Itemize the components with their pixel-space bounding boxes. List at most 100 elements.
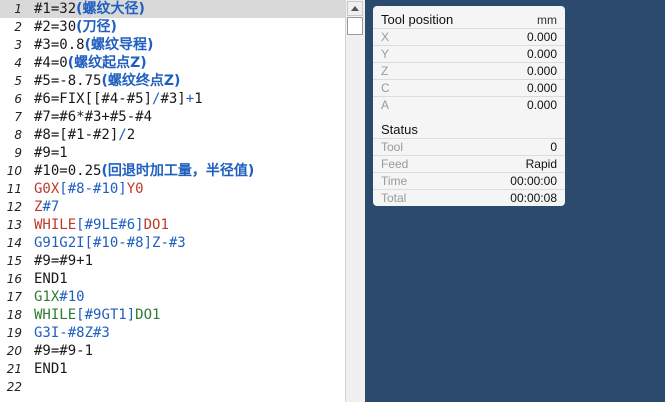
code-text: G0X[#8-#10]Y0	[34, 180, 144, 198]
code-line[interactable]: 18 WHILE[#9GT1]DO1	[0, 306, 345, 324]
row-label: Z	[381, 64, 389, 78]
row-value: 00:00:00	[510, 174, 557, 188]
code-text: #8=[#1-#2]/2	[34, 126, 135, 144]
row-value: 0.000	[526, 64, 557, 78]
code-text: G1X#10	[34, 288, 85, 306]
code-text: G3I-#8Z#3	[34, 324, 110, 342]
code-token: [#10-#8]	[84, 235, 153, 251]
axis-row: Y 0.000	[373, 45, 565, 62]
code-token: DO1	[143, 217, 169, 233]
code-line[interactable]: 11 G0X[#8-#10]Y0	[0, 180, 345, 198]
unit-label: mm	[537, 13, 557, 27]
code-text: WHILE[#9GT1]DO1	[34, 306, 160, 324]
code-text: WHILE[#9LE#6]DO1	[34, 216, 169, 234]
row-value: Rapid	[525, 157, 557, 171]
line-number: 1	[14, 2, 22, 16]
code-text: #1=32(螺纹大径)	[34, 0, 145, 18]
code-line[interactable]: 14 G91G2I[#10-#8]Z-#3	[0, 234, 345, 252]
code-token: END1	[34, 271, 68, 287]
line-number: 5	[14, 74, 22, 88]
code-line[interactable]: 12 Z#7	[0, 198, 345, 216]
code-line[interactable]: 7 #7=#6*#3+#5-#4	[0, 108, 345, 126]
code-token: #4=0	[34, 55, 68, 71]
row-label: Tool	[381, 140, 404, 154]
axis-row: Z 0.000	[373, 62, 565, 79]
code-text: #5=-8.75(螺纹终点Z)	[34, 72, 180, 90]
code-line[interactable]: 19 G3I-#8Z#3	[0, 324, 345, 342]
line-number: 18	[6, 308, 22, 322]
code-token: Z-#3	[152, 235, 186, 251]
line-number: 17	[6, 290, 22, 304]
code-token: WHILE	[34, 217, 77, 233]
code-token: +	[185, 91, 195, 107]
line-number: 6	[14, 92, 22, 106]
code-editor[interactable]: 1 #1=32(螺纹大径) 2 #2=30(刀径) 3 #3=0.8(螺纹导程) 4 #4=0…	[0, 0, 365, 402]
code-line[interactable]: 17 G1X#10	[0, 288, 345, 306]
code-line[interactable]: 16 END1	[0, 270, 345, 288]
row-label: Y	[381, 47, 390, 61]
code-token: DO1	[135, 307, 161, 323]
row-value: 0.000	[526, 30, 557, 44]
row-label: Time	[381, 174, 408, 188]
code-token: (螺纹导程)	[84, 37, 154, 53]
code-token: Y0	[126, 181, 144, 197]
code-token: (回退时加工量，半径值)	[101, 163, 255, 179]
code-token: [#9GT1]	[76, 307, 136, 323]
code-line[interactable]: 5 #5=-8.75(螺纹终点Z)	[0, 72, 345, 90]
code-token: #3=0.8	[34, 37, 85, 53]
code-token: (螺纹终点Z)	[101, 73, 181, 89]
line-number: 15	[6, 254, 22, 268]
code-line[interactable]: 8 #8=[#1-#2]/2	[0, 126, 345, 144]
code-token: [#9LE#6]	[76, 217, 144, 233]
code-text: #9=#9+1	[34, 252, 93, 270]
code-line[interactable]: 15 #9=#9+1	[0, 252, 345, 270]
line-number: 20	[6, 344, 22, 358]
code-line[interactable]: 13 WHILE[#9LE#6]DO1	[0, 216, 345, 234]
code-line[interactable]: 1 #1=32(螺纹大径)	[0, 0, 345, 18]
code-token: G91G2I	[34, 235, 85, 251]
line-number: 11	[6, 182, 22, 196]
code-line[interactable]: 10 #10=0.25(回退时加工量，半径值)	[0, 162, 345, 180]
code-line[interactable]: 4 #4=0(螺纹起点Z)	[0, 54, 345, 72]
code-text: #4=0(螺纹起点Z)	[34, 54, 147, 72]
row-value: 0.000	[526, 47, 557, 61]
code-token: END1	[34, 361, 68, 377]
code-token: #8=[#1-#2]	[34, 127, 119, 143]
vertical-scrollbar[interactable]	[345, 0, 365, 402]
axis-row: X 0.000	[373, 28, 565, 45]
axis-row: C 0.000	[373, 79, 565, 96]
code-line[interactable]: 22	[0, 378, 345, 396]
line-number: 7	[14, 110, 22, 124]
scroll-thumb[interactable]	[347, 17, 363, 35]
code-line[interactable]: 9 #9=1	[0, 144, 345, 162]
code-line[interactable]: 20 #9=#9-1	[0, 342, 345, 360]
code-token: #9=1	[34, 145, 68, 161]
status-row: Total 00:00:08	[373, 189, 565, 206]
status-title: Status	[381, 122, 418, 137]
code-token: #7	[42, 199, 60, 215]
code-line[interactable]: 6 #6=FIX[[#4-#5]/#3]+1	[0, 90, 345, 108]
axis-row: A 0.000	[373, 96, 565, 113]
code-token: #5=-8.75	[34, 73, 102, 89]
code-text: Z#7	[34, 198, 59, 216]
tool-position-title: Tool position	[381, 12, 454, 27]
line-number: 4	[14, 56, 22, 70]
code-text: G91G2I[#10-#8]Z-#3	[34, 234, 186, 252]
code-token: #1=32	[34, 1, 77, 17]
code-line[interactable]: 21 END1	[0, 360, 345, 378]
code-text: #3=0.8(螺纹导程)	[34, 36, 153, 54]
code-line[interactable]: 3 #3=0.8(螺纹导程)	[0, 36, 345, 54]
row-value: 0.000	[526, 98, 557, 112]
row-label: A	[381, 98, 390, 112]
code-line[interactable]: 2 #2=30(刀径)	[0, 18, 345, 36]
line-number: 19	[6, 326, 22, 340]
line-number: 13	[6, 218, 22, 232]
code-token: 1	[194, 91, 203, 107]
scroll-up-arrow-icon[interactable]	[347, 1, 363, 16]
code-text: #6=FIX[[#4-#5]/#3]+1	[34, 90, 203, 108]
line-number: 9	[14, 146, 22, 160]
code-token: (刀径)	[76, 19, 117, 35]
row-value: 0.000	[526, 81, 557, 95]
code-text: #9=#9-1	[34, 342, 93, 360]
code-token: #7=#6*#3+#5-#4	[34, 109, 153, 125]
